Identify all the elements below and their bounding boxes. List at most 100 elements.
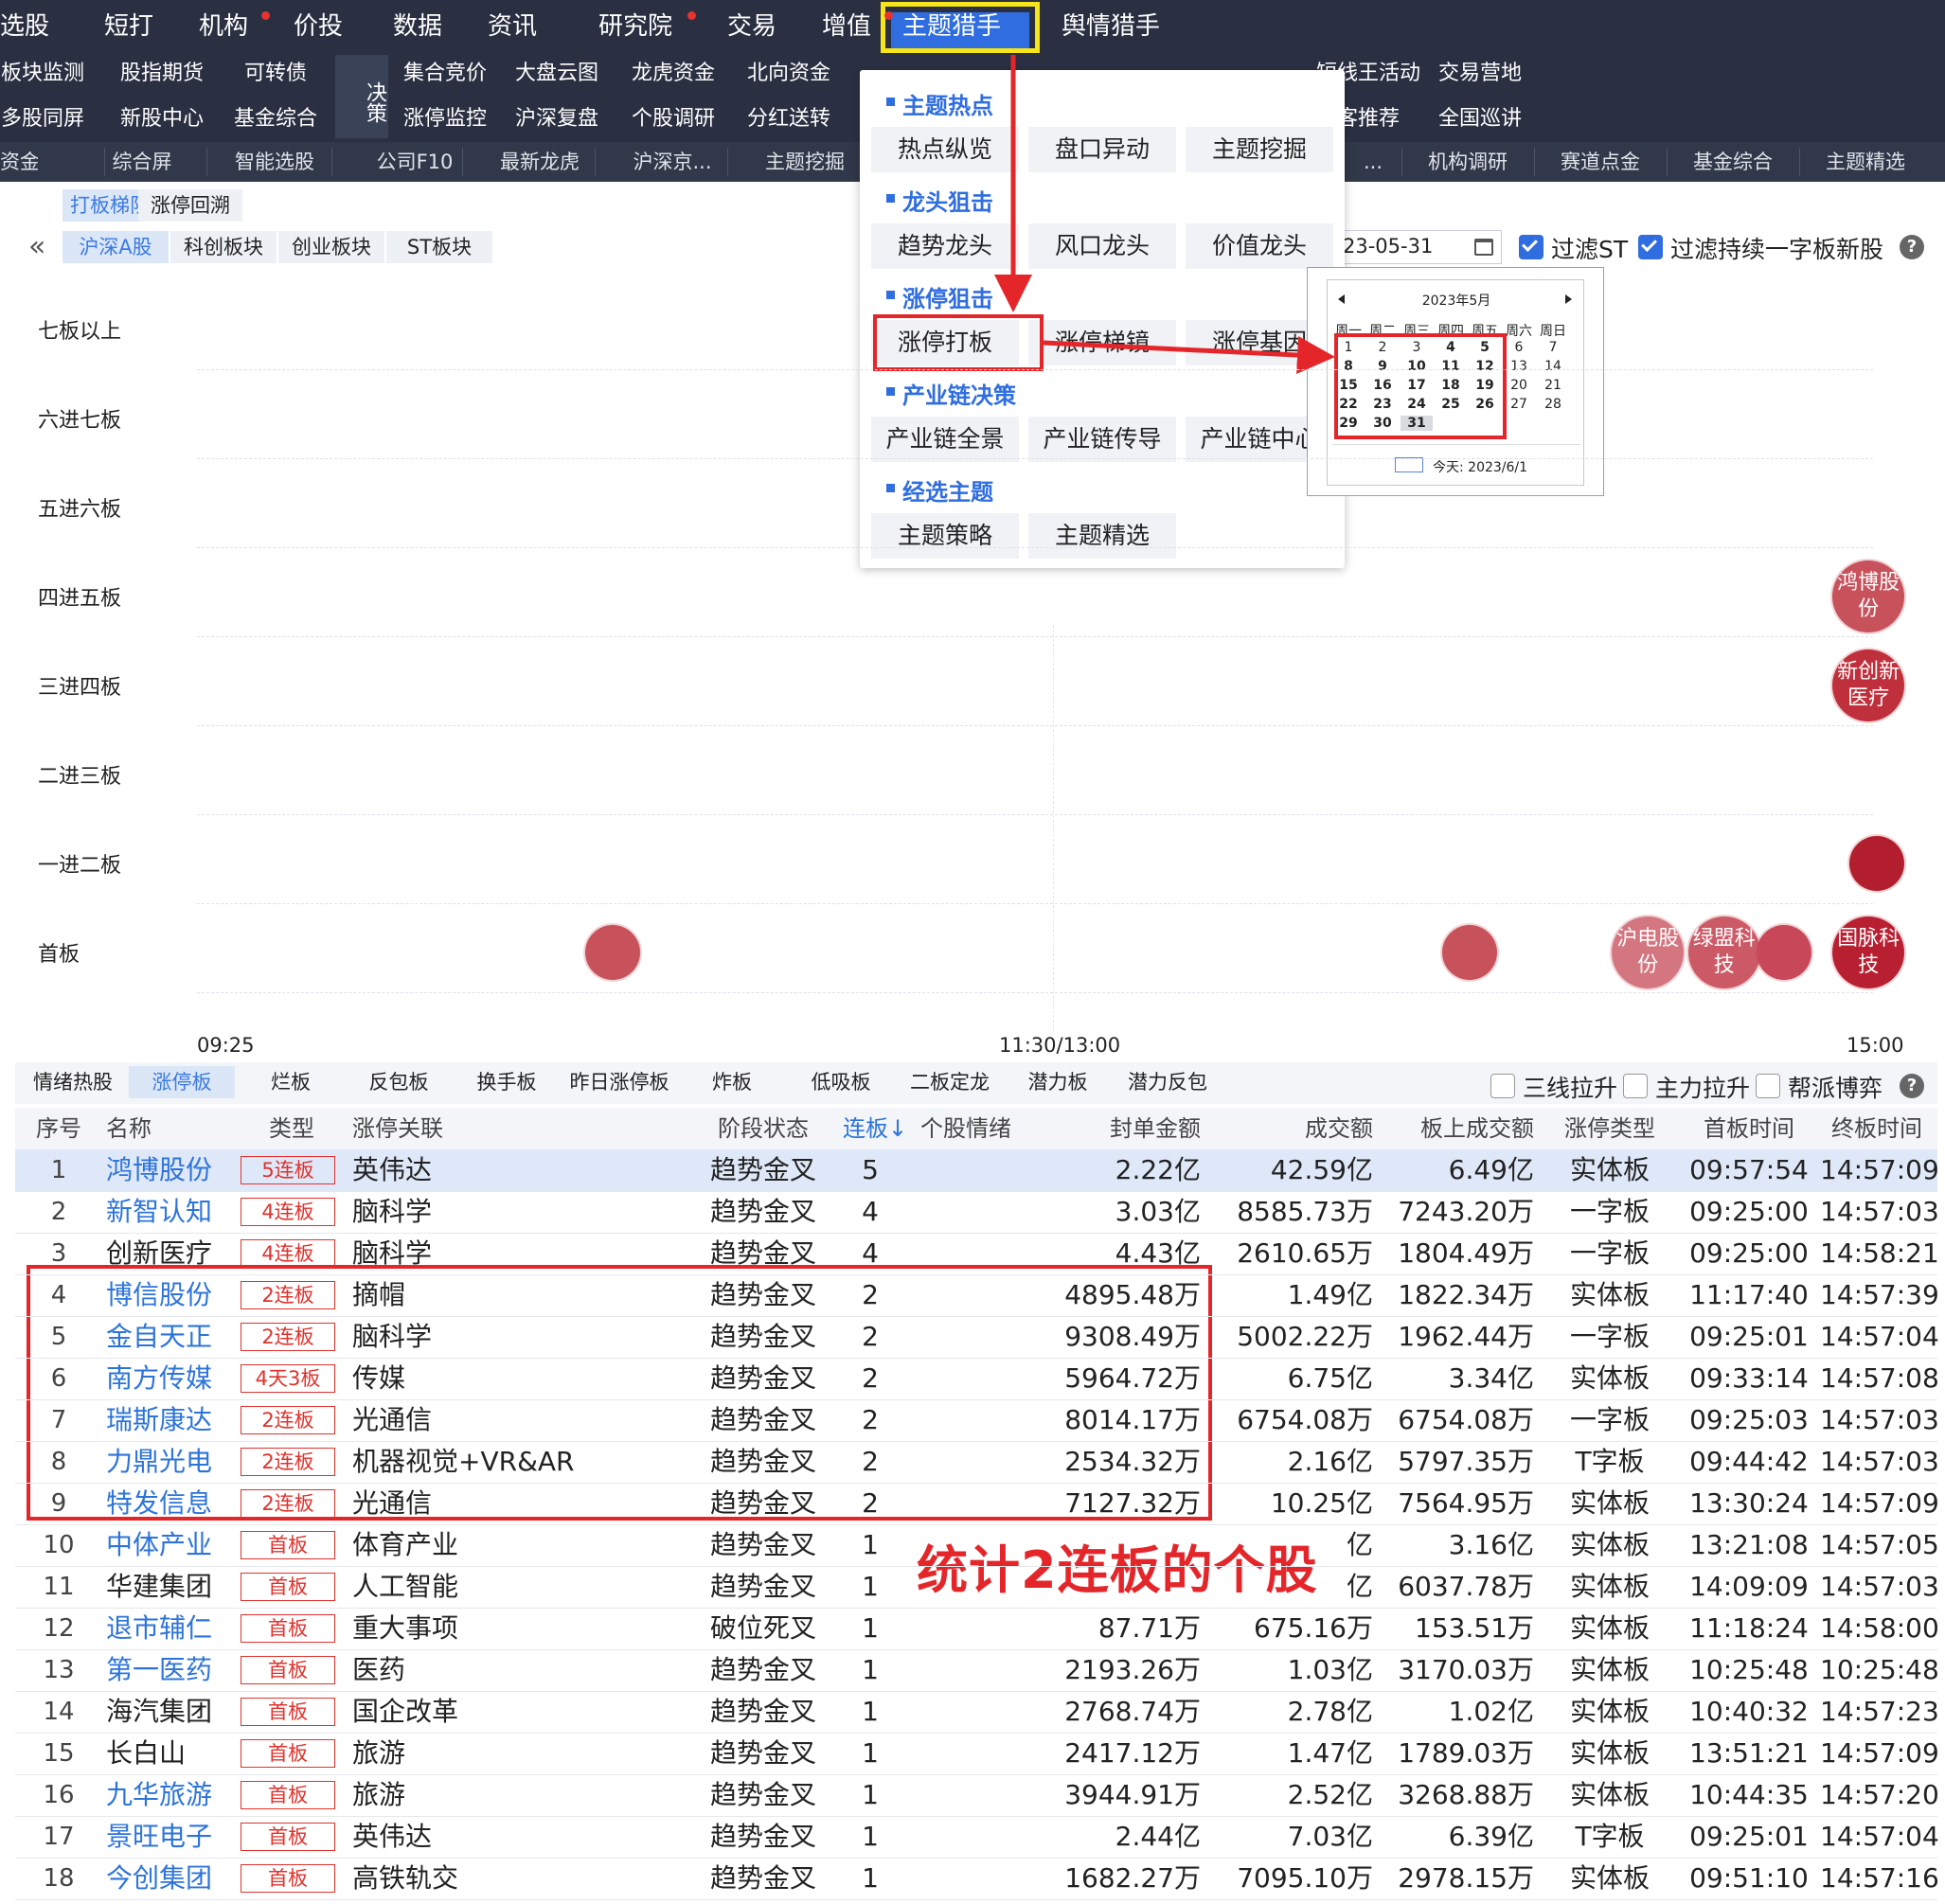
table-cell-name[interactable]: 第一医药 [106, 1649, 235, 1691]
subnav-r3-3[interactable]: 公司F10 [358, 142, 472, 182]
subnav-r1-7[interactable]: 短线王活动 [1307, 53, 1430, 95]
subnav-r2-4[interactable]: 沪深复盘 [507, 98, 607, 140]
market-tab-2[interactable]: 创业板块 [278, 231, 384, 263]
nav-item-5[interactable]: 资讯 [469, 0, 556, 53]
bottom-tab-6[interactable]: 炸板 [680, 1066, 784, 1098]
table-cell-name[interactable]: 瑞斯康达 [106, 1399, 235, 1441]
table-cell-name[interactable]: 退市辅仁 [106, 1608, 235, 1649]
bottom-filter-checkbox-2[interactable] [1756, 1074, 1780, 1098]
subnav-decision[interactable]: 决策 [335, 55, 388, 138]
subnav-r1-1[interactable]: 股指期货 [112, 53, 212, 95]
nav-item-8[interactable]: 增值 [803, 0, 890, 53]
subnav-r3-4[interactable]: 最新龙虎 [483, 142, 597, 182]
nav-item-1[interactable]: 短打 [85, 0, 172, 53]
ladder-bubble-0[interactable]: 鸿博股份 [1832, 561, 1905, 632]
table-col-6[interactable]: 个股情绪 [894, 1108, 1038, 1149]
table-col-9[interactable]: 板上成交额 [1381, 1108, 1534, 1149]
table-cell-name[interactable]: 景旺电子 [106, 1816, 235, 1858]
subnav-r2-2[interactable]: 基金综合 [225, 98, 326, 140]
bottom-tab-0[interactable]: 情绪热股 [21, 1066, 125, 1098]
ladder-bubble-5[interactable]: 沪电股份 [1612, 916, 1685, 988]
subnav-r3-11[interactable]: 主题精选 [1809, 142, 1922, 182]
subnav-r3-5[interactable]: 沪深京... [616, 142, 729, 182]
table-col-8[interactable]: 成交额 [1222, 1108, 1373, 1149]
table-cell-name[interactable]: 金自天正 [106, 1316, 235, 1358]
subnav-r3-1[interactable]: 综合屏 [85, 142, 199, 182]
nav-item-9[interactable]: 主题猎手 [890, 0, 1013, 53]
bottom-tab-9[interactable]: 潜力板 [1006, 1066, 1110, 1098]
nav-item-6[interactable]: 研究院 [578, 0, 693, 53]
subnav-r3-6[interactable]: 主题挖掘 [748, 142, 862, 182]
market-tab-1[interactable]: 科创板块 [170, 231, 277, 263]
ladder-bubble-4[interactable] [1442, 925, 1497, 980]
table-cell-name[interactable]: 华建集团 [106, 1566, 235, 1608]
bottom-tab-8[interactable]: 二板定龙 [898, 1066, 1002, 1098]
table-cell-name[interactable]: 特发信息 [106, 1483, 235, 1524]
market-tab-3[interactable]: ST板块 [386, 231, 492, 263]
ladder-bubble-3[interactable] [585, 925, 641, 980]
nav-item-10[interactable]: 舆情猎手 [1040, 0, 1182, 53]
ladder-bubble-2[interactable] [1849, 836, 1905, 891]
table-cell-name[interactable]: 鸿博股份 [106, 1149, 235, 1191]
table-cell-name[interactable]: 九华旅游 [106, 1774, 235, 1816]
subnav-r3-8[interactable]: 机构调研 [1411, 142, 1525, 182]
subnav-r3-0[interactable]: 资金 [0, 142, 38, 182]
subnav-r3-9[interactable]: 赛道点金 [1544, 142, 1657, 182]
nav-item-2[interactable]: 机构 [180, 0, 267, 53]
table-col-4[interactable]: 阶段状态 [703, 1108, 824, 1149]
table-cell-name[interactable]: 博信股份 [106, 1274, 235, 1316]
subnav-r2-8[interactable]: 全国巡讲 [1430, 98, 1530, 140]
subnav-r2-7[interactable]: 客推荐 [1307, 98, 1430, 140]
ladder-bubble-1[interactable]: 新创新医疗 [1832, 649, 1905, 721]
table-cell-name[interactable]: 新智认知 [106, 1191, 235, 1233]
table-cell-name[interactable]: 长白山 [106, 1733, 235, 1774]
bottom-tab-7[interactable]: 低吸板 [788, 1066, 894, 1098]
subnav-r3-2[interactable]: 智能选股 [218, 142, 331, 182]
table-col-0[interactable]: 序号 [21, 1108, 97, 1149]
table-col-10[interactable]: 涨停类型 [1553, 1108, 1667, 1149]
bottom-tab-1[interactable]: 涨停板 [129, 1066, 235, 1098]
view-tab-1[interactable]: 涨停回溯 [138, 189, 242, 222]
nav-item-0[interactable]: 选股 [0, 0, 49, 53]
table-col-2[interactable]: 类型 [235, 1108, 348, 1149]
table-cell-name[interactable]: 中体产业 [106, 1524, 235, 1566]
subnav-r2-0[interactable]: 多股同屏 [0, 98, 85, 140]
bottom-tab-10[interactable]: 潜力反包 [1114, 1066, 1222, 1098]
table-col-5[interactable]: 连板↓ [843, 1108, 907, 1149]
table-cell-name[interactable]: 南方传媒 [106, 1358, 235, 1399]
table-cell-name[interactable]: 海汽集团 [106, 1691, 235, 1733]
bottom-filter-checkbox-1[interactable] [1623, 1074, 1648, 1098]
bottom-tab-4[interactable]: 换手板 [455, 1066, 559, 1098]
subnav-r2-5[interactable]: 个股调研 [623, 98, 723, 140]
market-tab-0[interactable]: 沪深A股 [62, 231, 169, 263]
table-col-12[interactable]: 终板时间 [1820, 1108, 1934, 1149]
subnav-r1-0[interactable]: 板块监测 [0, 53, 85, 95]
bottom-tab-5[interactable]: 昨日涨停板 [562, 1066, 676, 1098]
ladder-bubble-7[interactable] [1756, 925, 1811, 980]
ladder-bubble-6[interactable]: 绿盟科技 [1687, 916, 1760, 988]
table-col-3[interactable]: 涨停关联 [352, 1108, 684, 1149]
ladder-bubble-8[interactable]: 国脉科技 [1832, 916, 1905, 988]
table-col-1[interactable]: 名称 [106, 1108, 235, 1149]
table-cell-name[interactable]: 创新医疗 [106, 1233, 235, 1274]
nav-item-4[interactable]: 数据 [374, 0, 461, 53]
nav-item-7[interactable]: 交易 [708, 0, 795, 53]
table-cell-name[interactable]: 今创集团 [106, 1858, 235, 1899]
subnav-r1-2[interactable]: 可转债 [225, 53, 326, 95]
subnav-r1-6[interactable]: 北向资金 [739, 53, 839, 95]
subnav-r2-6[interactable]: 分红送转 [739, 98, 839, 140]
subnav-r2-1[interactable]: 新股中心 [112, 98, 212, 140]
subnav-r1-3[interactable]: 集合竞价 [393, 53, 497, 95]
table-col-11[interactable]: 首板时间 [1687, 1108, 1811, 1149]
subnav-r1-4[interactable]: 大盘云图 [507, 53, 607, 95]
subnav-r2-3[interactable]: 涨停监控 [393, 98, 497, 140]
bottom-filter-checkbox-0[interactable] [1490, 1074, 1515, 1098]
table-col-7[interactable]: 封单金额 [1049, 1108, 1201, 1149]
table-cell-name[interactable]: 力鼎光电 [106, 1441, 235, 1483]
bottom-tab-2[interactable]: 烂板 [239, 1066, 343, 1098]
subnav-r3-10[interactable]: 基金综合 [1676, 142, 1790, 182]
nav-item-3[interactable]: 价投 [275, 0, 362, 53]
bottom-tab-3[interactable]: 反包板 [347, 1066, 451, 1098]
subnav-r1-8[interactable]: 交易营地 [1430, 53, 1530, 95]
subnav-r1-5[interactable]: 龙虎资金 [623, 53, 723, 95]
